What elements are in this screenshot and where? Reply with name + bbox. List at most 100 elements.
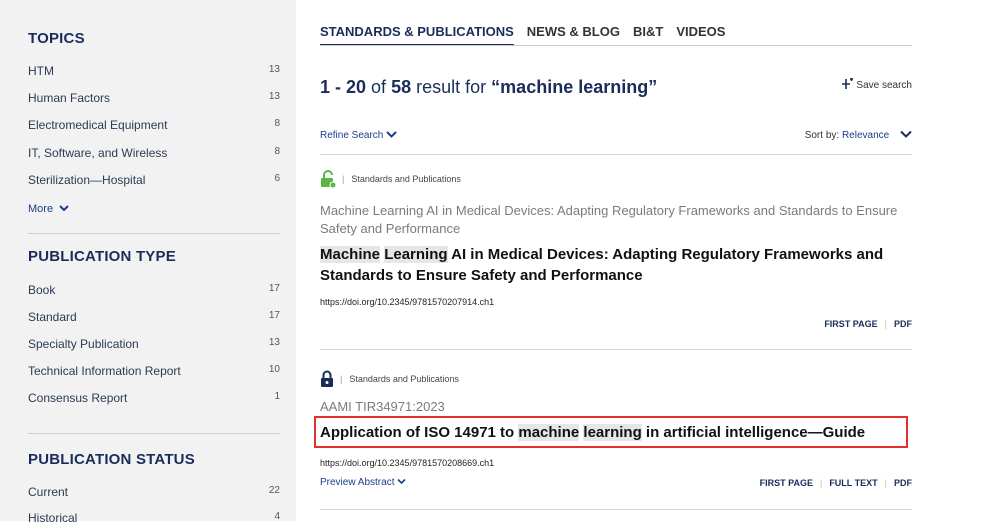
result-for: result for (416, 77, 487, 97)
facet-count: 17 (268, 310, 280, 321)
highlight: Learning (384, 246, 448, 263)
facet-count: 13 (268, 91, 280, 102)
pdf-link[interactable]: PDF (894, 478, 912, 488)
topics-heading: TOPICS (28, 30, 85, 47)
facet-type-book[interactable]: Book 17 (28, 283, 280, 297)
facet-label: Specialty Publication (28, 337, 139, 351)
facet-count: 22 (268, 485, 280, 496)
first-page-link[interactable]: FIRST PAGE (824, 319, 877, 329)
result-range: 1 - 20 (320, 77, 367, 97)
tab-news-blog[interactable]: NEWS & BLOG (527, 24, 620, 44)
facet-count: 1 (274, 391, 280, 402)
chevron-down-icon (397, 478, 406, 485)
topics-more-button[interactable]: More (28, 203, 69, 215)
sort-dropdown[interactable]: Sort by: Relevance (805, 130, 912, 141)
result-subtitle: AAMI TIR34971:2023 (320, 399, 445, 414)
tab-bit[interactable]: BI&T (633, 24, 663, 44)
lock-icon (321, 370, 333, 387)
publication-type-heading: PUBLICATION TYPE (28, 248, 176, 265)
facet-label: Standard (28, 310, 77, 324)
facet-count: 6 (274, 173, 280, 184)
separator: | (884, 478, 887, 488)
result-actions: FIRST PAGE | FULL TEXT | PDF (760, 478, 912, 488)
tab-underline (320, 45, 912, 46)
facet-type-standard[interactable]: Standard 17 (28, 310, 280, 324)
unlocked-icon (321, 170, 336, 188)
facet-count: 13 (268, 64, 280, 75)
result-total: 58 (391, 77, 412, 97)
chevron-down-icon (900, 130, 912, 138)
chevron-down-icon (386, 131, 397, 138)
result-category: | Standards and Publications (320, 370, 459, 388)
result-query: “machine learning” (491, 77, 658, 97)
result-title-link[interactable]: Machine Learning AI in Medical Devices: … (320, 244, 912, 286)
separator: | (342, 174, 345, 184)
divider (28, 233, 280, 234)
facet-topic-sterilization[interactable]: Sterilization—Hospital 6 (28, 173, 280, 187)
preview-label: Preview Abstract (320, 477, 395, 488)
facet-status-current[interactable]: Current 22 (28, 485, 280, 499)
add-bookmark-icon (841, 78, 853, 89)
divider (320, 154, 912, 155)
publication-status-heading: PUBLICATION STATUS (28, 451, 195, 468)
filter-sidebar: TOPICS HTM 13 Human Factors 13 Electromedi… (0, 0, 296, 525)
chevron-down-icon (59, 205, 69, 212)
highlight: Machine (320, 246, 381, 263)
separator: | (884, 319, 887, 329)
tab-videos[interactable]: VIDEOS (676, 24, 725, 44)
full-text-link[interactable]: FULL TEXT (829, 478, 877, 488)
category-label: Standards and Publications (351, 174, 461, 184)
facet-label: Technical Information Report (28, 364, 181, 378)
divider (320, 349, 912, 350)
result-category: | Standards and Publications (320, 170, 461, 188)
facet-label: IT, Software, and Wireless (28, 146, 168, 160)
divider (320, 509, 912, 510)
divider (28, 433, 280, 434)
separator: | (819, 478, 823, 488)
pdf-link[interactable]: PDF (894, 319, 912, 329)
facet-label: Book (28, 283, 56, 297)
facet-topic-htm[interactable]: HTM 13 (28, 64, 280, 78)
save-search-button[interactable]: Save search (841, 78, 912, 91)
result-count: 1 - 20 of 58 result for “machine learnin… (320, 77, 657, 98)
facet-status-historical[interactable]: Historical 4 (28, 511, 280, 525)
facet-topic-it-software[interactable]: IT, Software, and Wireless 8 (28, 146, 280, 160)
highlight-box (314, 416, 908, 448)
facet-type-tir[interactable]: Technical Information Report 10 (28, 364, 280, 378)
facet-topic-electromedical[interactable]: Electromedical Equipment 8 (28, 118, 280, 132)
tab-standards-publications[interactable]: STANDARDS & PUBLICATIONS (320, 24, 514, 46)
refine-label: Refine Search (320, 130, 384, 141)
save-search-label: Save search (856, 80, 912, 91)
facet-label: HTM (28, 64, 54, 78)
sort-value: Relevance (841, 130, 890, 141)
facet-type-specialty[interactable]: Specialty Publication 13 (28, 337, 280, 351)
sort-label: Sort by: (804, 130, 840, 141)
result-actions: FIRST PAGE | PDF (824, 319, 912, 329)
category-label: Standards and Publications (349, 374, 459, 384)
result-subtitle: Machine Learning AI in Medical Devices: … (320, 203, 898, 236)
facet-label: Sterilization—Hospital (28, 173, 146, 187)
facet-count: 8 (274, 146, 280, 157)
refine-search-button[interactable]: Refine Search (320, 130, 397, 141)
result-doi-link[interactable]: https://doi.org/10.2345/9781570207914.ch… (320, 297, 494, 307)
facet-label: Consensus Report (28, 391, 128, 405)
search-results: STANDARDS & PUBLICATIONS NEWS & BLOG BI&T V… (314, 0, 912, 521)
facet-label: Human Factors (28, 91, 111, 105)
facet-topic-human-factors[interactable]: Human Factors 13 (28, 91, 280, 105)
facet-count: 10 (268, 364, 280, 375)
facet-label: Electromedical Equipment (28, 118, 168, 132)
facet-type-consensus[interactable]: Consensus Report 1 (28, 391, 280, 405)
facet-label: Historical (28, 511, 78, 525)
facet-label: Current (28, 485, 69, 499)
facet-count: 13 (268, 337, 280, 348)
facet-count: 8 (274, 118, 280, 129)
preview-abstract-button[interactable]: Preview Abstract (320, 477, 406, 488)
more-label: More (28, 203, 54, 215)
result-of: of (371, 77, 387, 97)
facet-count: 17 (268, 283, 280, 294)
first-page-link[interactable]: FIRST PAGE (760, 478, 813, 488)
result-doi-link[interactable]: https://doi.org/10.2345/9781570208669.ch… (320, 458, 494, 468)
result-tabs: STANDARDS & PUBLICATIONS NEWS & BLOG BI&T V… (320, 24, 738, 46)
separator: | (340, 374, 343, 384)
facet-count: 4 (274, 511, 280, 522)
